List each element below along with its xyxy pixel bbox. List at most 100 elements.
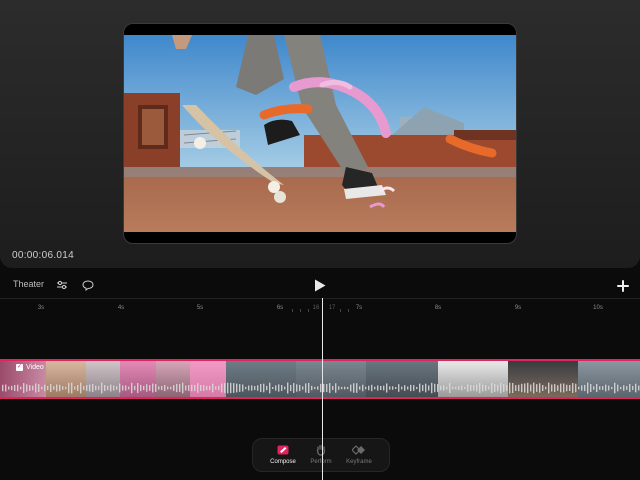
waveform-bar [56,384,58,392]
ruler-minor-tick [292,309,293,312]
waveform-bar [386,383,388,393]
ruler-minor-tick [300,309,301,312]
play-icon [315,279,326,291]
waveform-bar [257,385,259,391]
track-enabled-checkbox[interactable]: ✓ [16,364,23,371]
waveform-bar [104,384,106,392]
waveform-bar [443,385,445,391]
waveform-bar [467,384,469,392]
timeline-ruler[interactable]: 3s 4s 5s 6s 7s 8s 9s 10s 16 17 [0,298,640,319]
waveform-bar [251,385,253,391]
waveform-bar [410,384,412,392]
waveform-bar [98,386,100,390]
ruler-minor-tick [340,309,341,312]
waveform-bar [8,386,10,390]
waveform-bar [182,382,184,394]
waveform-bar [293,383,295,393]
video-frame [124,35,516,232]
add-button[interactable] [612,275,634,297]
timecode: 00:00:06.014 [12,250,74,261]
waveform-bar [617,384,619,392]
waveform-bar [431,382,433,394]
waveform-bar [452,386,454,390]
ruler-frame-16: 16 [312,305,320,311]
waveform-bar [515,385,517,391]
playhead[interactable] [322,298,323,480]
waveform-bar [383,385,385,391]
waveform-bar [575,383,577,393]
compose-icon [277,445,289,455]
waveform-bar [164,384,166,392]
waveform-bar [224,383,226,393]
waveform-bar [323,383,325,393]
sliders-icon[interactable] [53,276,71,294]
theater-button[interactable]: Theater [13,279,44,289]
waveform-bar [242,384,244,392]
mode-perform[interactable]: Perform [301,443,341,465]
waveform-bar [503,383,505,393]
waveform-bar [269,382,271,394]
ruler-tick-8s: 8s [434,305,442,311]
mode-keyframe-label: Keyframe [346,459,372,465]
waveform-bar [371,384,373,392]
waveform-bar [572,383,574,393]
waveform-bar [497,384,499,392]
waveform-bar [338,386,340,390]
waveform-bar [140,384,142,392]
waveform-bar [629,384,631,392]
waveform-bar [86,385,88,391]
waveform-bar [335,383,337,393]
mode-switcher: Compose Perform Keyframe [252,438,390,472]
waveform-bar [347,386,349,390]
video-preview[interactable] [124,24,516,243]
waveform-bar [20,386,22,390]
waveform-bar [413,385,415,391]
waveform-bar [425,383,427,393]
ruler-minor-tick [308,309,309,312]
waveform-bar [419,383,421,393]
mode-keyframe[interactable]: Keyframe [339,443,379,465]
ruler-tick-5s: 5s [196,305,204,311]
mode-compose[interactable]: Compose [263,443,303,465]
play-button[interactable] [311,276,329,294]
video-track[interactable]: ✓ Video [0,359,640,399]
waveform-bar [635,383,637,393]
waveform-bar [509,382,511,394]
waveform-bar [341,386,343,390]
waveform-bar [311,385,313,391]
ruler-tick-4s: 4s [117,305,125,311]
waveform-bar [446,386,448,390]
waveform-bar [587,382,589,394]
waveform-bar [437,384,439,392]
waveform-bar [143,385,145,391]
waveform-bar [287,382,289,394]
plus-icon [617,280,629,292]
speech-bubble-icon[interactable] [79,276,97,294]
waveform-bar [116,386,118,390]
waveform-bar [122,385,124,391]
ruler-tick-7s: 7s [355,305,363,311]
waveform-bar [365,386,367,390]
waveform-bar [590,384,592,392]
waveform-bar [188,385,190,391]
waveform-bar [440,385,442,391]
waveform-bar [233,383,235,393]
waveform-bar [239,384,241,392]
ruler-tick-10s: 10s [593,305,603,311]
waveform-bar [473,385,475,391]
waveform-bar [203,385,205,391]
waveform-bar [149,385,151,391]
waveform-bar [455,386,457,390]
waveform-bar [107,385,109,391]
waveform-bar [101,382,103,394]
waveform-bar [398,384,400,392]
waveform-bar [35,383,37,393]
waveform-bar [11,385,13,391]
waveform-bar [554,384,556,392]
waveform-bar [434,383,436,393]
waveform-bar [491,382,493,394]
waveform-bar [317,386,319,390]
waveform-bar [302,386,304,390]
waveform-bar [95,385,97,391]
waveform-bar [599,386,601,390]
